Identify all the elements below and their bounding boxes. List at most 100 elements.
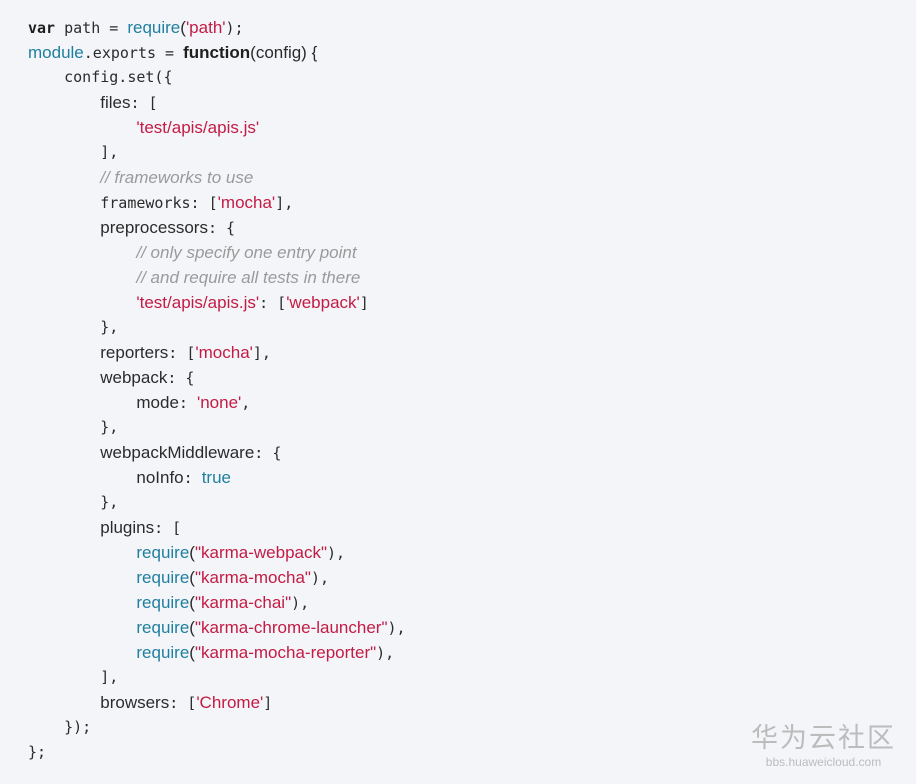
code-token: 'path' [185,18,226,37]
code-line: plugins: [ [28,515,888,540]
code-line: var path = require('path'); [28,15,888,40]
code-line: noInfo: true [28,465,888,490]
code-token: browsers [100,693,170,712]
code-line: reporters: ['mocha'], [28,340,888,365]
code-token: ], [28,143,119,161]
watermark: 华为云社区 bbs.huaweicloud.com [751,724,896,770]
code-token: mode [136,393,179,412]
code-token: webpack [100,368,168,387]
code-line: }, [28,490,888,515]
code-line: // and require all tests in there [28,265,888,290]
code-token: 'mocha' [195,343,253,362]
code-token: : { [167,369,195,387]
code-line: }, [28,315,888,340]
code-line: browsers: ['Chrome'] [28,690,888,715]
code-line: 'test/apis/apis.js': ['webpack'] [28,290,888,315]
code-line: require("karma-chai"), [28,590,888,615]
code-line: 'test/apis/apis.js' [28,115,888,140]
code-token: require [136,618,190,637]
code-token: frameworks: [ [28,194,218,212]
code-block: var path = require('path'); module.export… [28,15,888,765]
code-line: config.set({ [28,65,888,90]
code-token: }; [28,743,47,761]
code-token: ), [327,544,346,562]
code-token: , [241,394,251,412]
code-token: ), [310,569,330,587]
code-line: mode: 'none', [28,390,888,415]
code-token: 'test/apis/apis.js' [136,118,260,137]
code-token: : [ [130,94,158,112]
code-token: ), [291,594,310,612]
code-line: require("karma-mocha-reporter"), [28,640,888,665]
code-token: require [136,643,190,662]
code-token: // only specify one entry point [136,243,357,262]
code-token: "karma-mocha-reporter" [194,643,377,662]
code-line: require("karma-mocha"), [28,565,888,590]
code-line: webpackMiddleware: { [28,440,888,465]
code-line: ], [28,665,888,690]
code-token: true [201,468,231,487]
code-line: module.exports = function(config) { [28,40,888,65]
code-token: : [183,469,202,487]
code-line: files: [ [28,90,888,115]
code-token: : [ [259,294,287,312]
code-token: ], [28,668,119,686]
code-token: // and require all tests in there [136,268,361,287]
watermark-url: bbs.huaweicloud.com [765,755,882,769]
code-token: "karma-mocha" [194,568,311,587]
code-token: reporters [100,343,169,362]
code-token: }); [28,718,92,736]
code-token: require [136,543,190,562]
code-token: 'Chrome' [196,693,264,712]
code-token: ); [225,19,244,37]
code-line: frameworks: ['mocha'], [28,190,888,215]
code-token: function [183,43,251,62]
code-token: }, [28,318,119,336]
code-token: }, [28,418,119,436]
code-token: ), [376,644,395,662]
code-token: path = [55,19,128,37]
code-token: "karma-webpack" [194,543,328,562]
code-token: 'webpack' [286,293,360,312]
code-token: var [28,19,56,37]
watermark-title: 华为云社区 [751,723,896,754]
code-token: require [136,593,190,612]
code-token: : [178,394,197,412]
code-token: : { [207,219,236,237]
code-token: (config) { [250,43,318,62]
code-line: require("karma-webpack"), [28,540,888,565]
code-line: // only specify one entry point [28,240,888,265]
code-token: preprocessors [100,218,208,237]
code-token: : [ [169,694,197,712]
code-line: }, [28,415,888,440]
code-token: ], [252,344,271,362]
code-line: require("karma-chrome-launcher"), [28,615,888,640]
code-token: "karma-chrome-launcher" [194,618,388,637]
code-token: ), [387,619,406,637]
code-token: 'mocha' [217,193,276,212]
code-token: config.set({ [28,68,173,86]
code-token: .exports = [83,44,184,62]
code-token: noInfo [136,468,184,487]
code-line: // frameworks to use [28,165,888,190]
code-token: webpackMiddleware [100,443,255,462]
code-screenshot: var path = require('path'); module.export… [0,0,916,784]
code-token: ] [263,694,273,712]
code-token: files [100,93,131,112]
